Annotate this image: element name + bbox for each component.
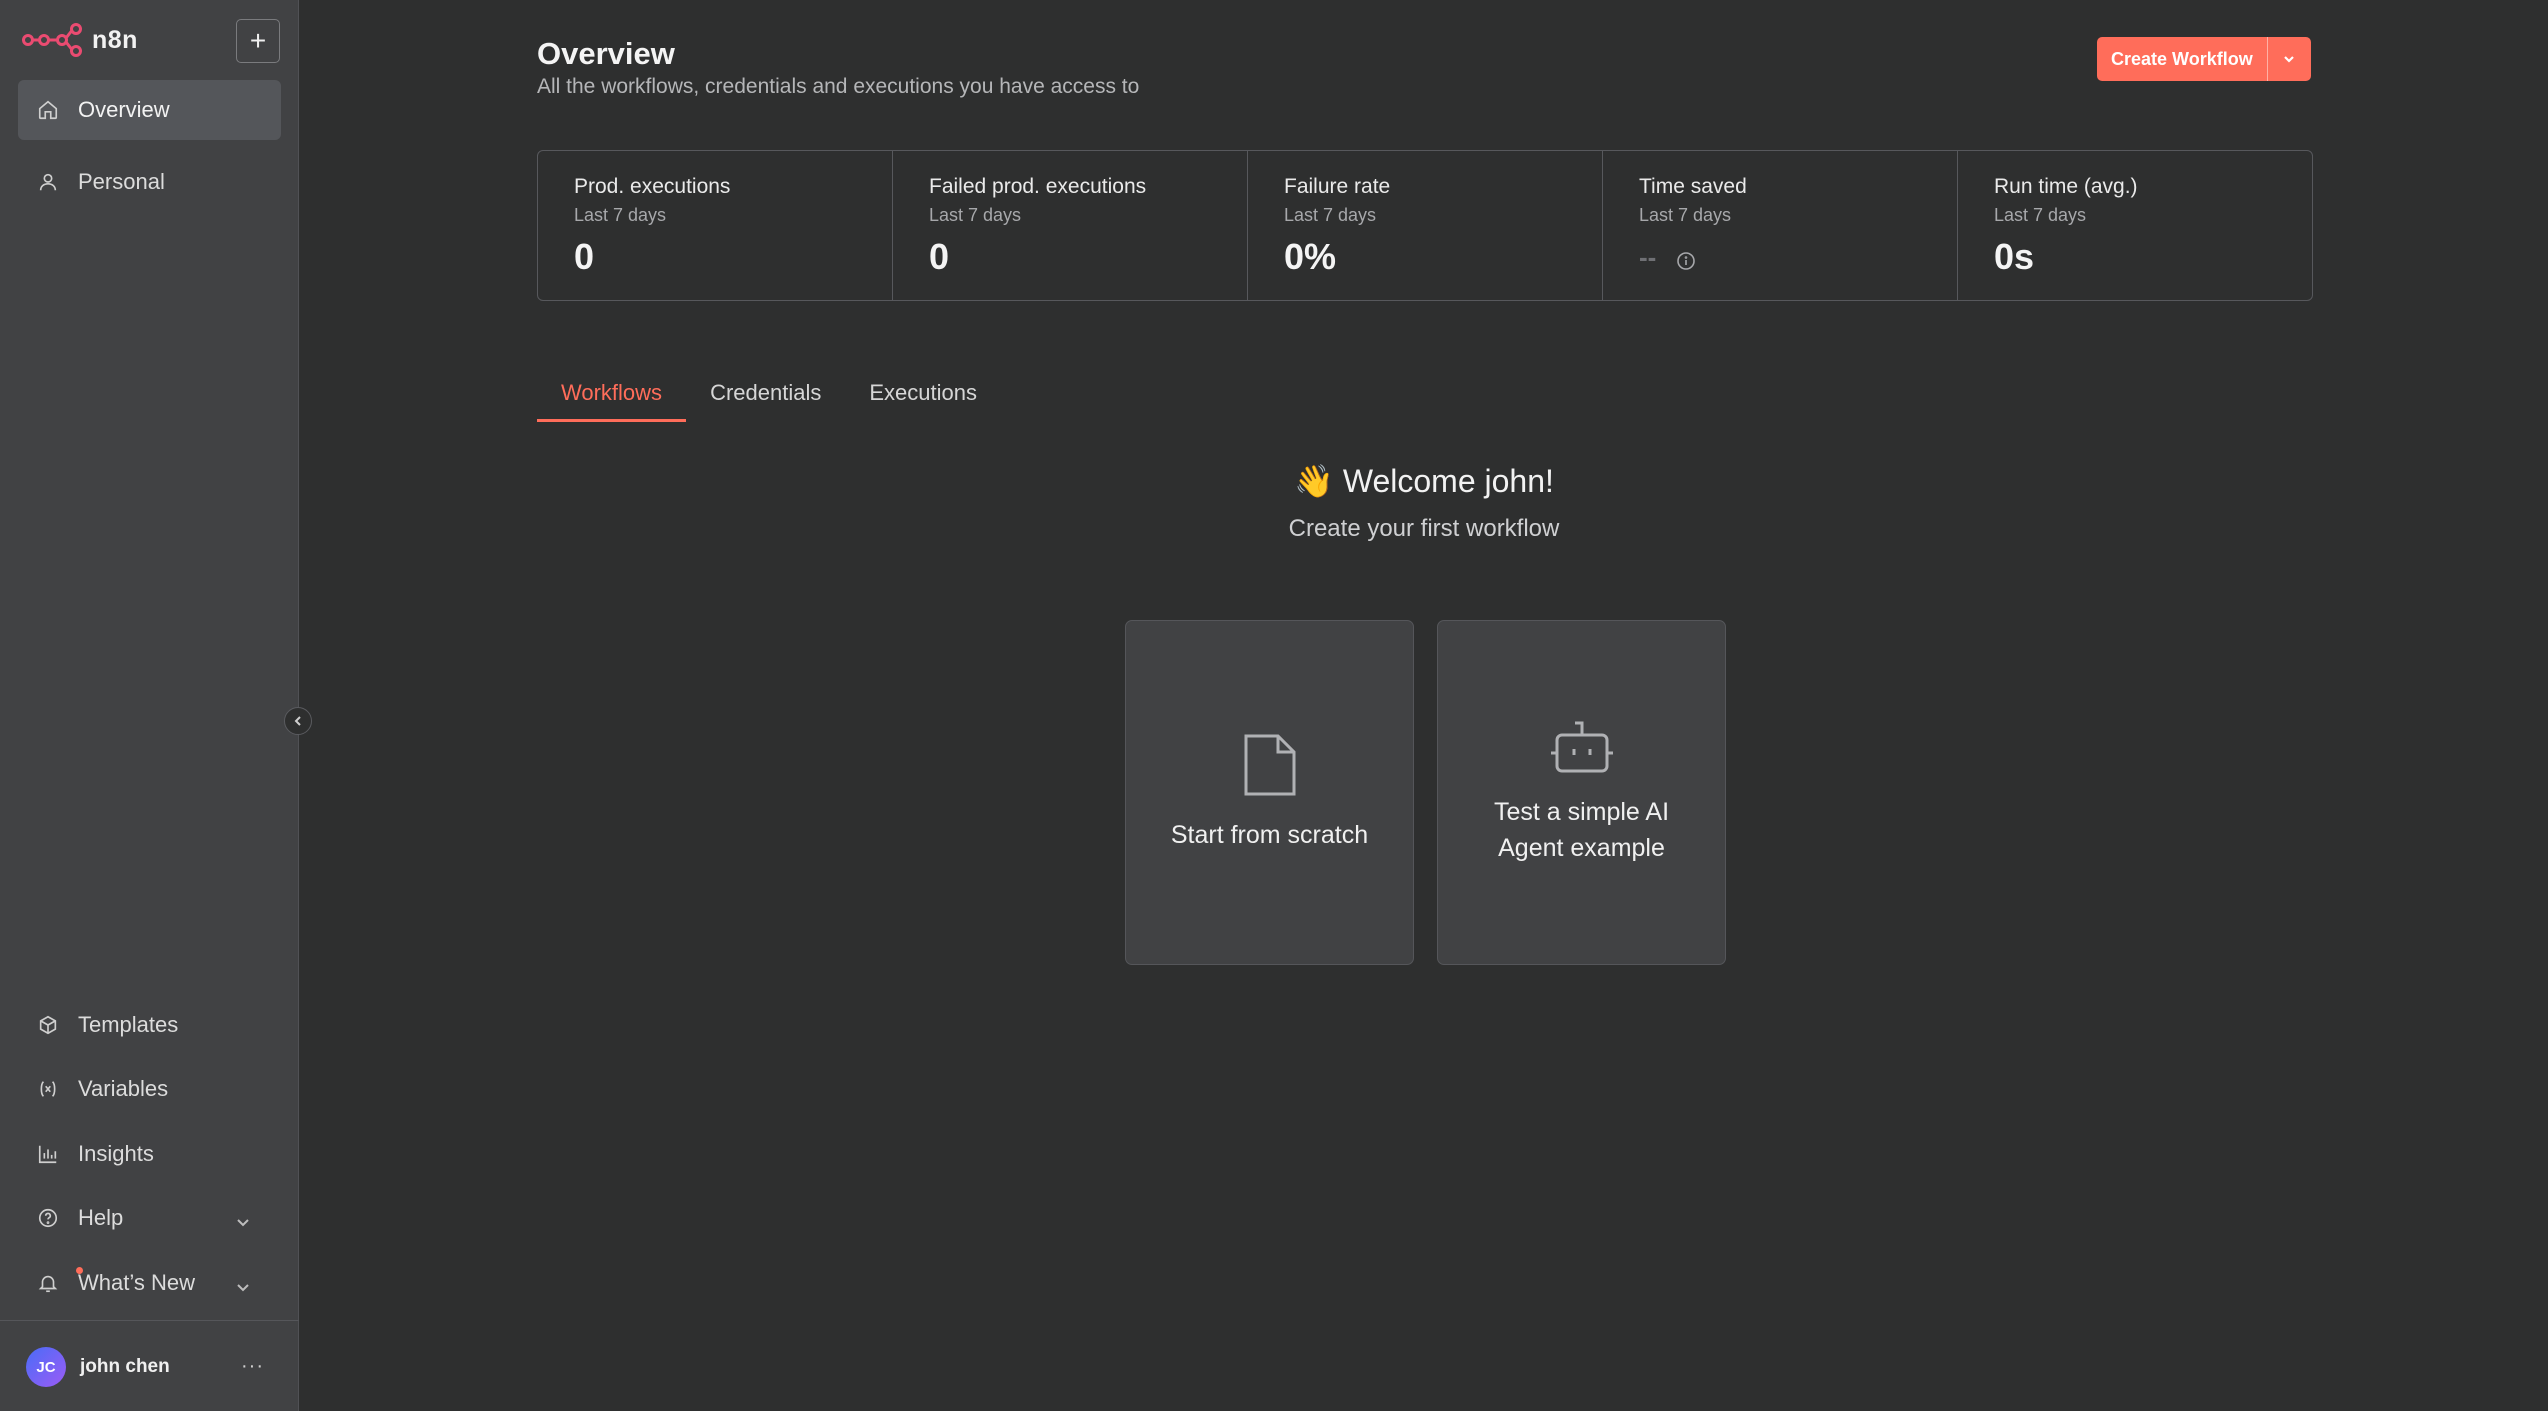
logo[interactable]: n8n	[22, 20, 138, 60]
stat-label: Run time (avg.)	[1994, 175, 2138, 198]
tab-workflows[interactable]: Workflows	[537, 380, 687, 422]
card-label: Start from scratch	[1170, 821, 1369, 849]
user-profile[interactable]: JC john chen ···	[26, 1347, 276, 1387]
file-icon	[1242, 732, 1298, 803]
stat-period: Last 7 days	[1994, 205, 2087, 225]
sidebar-item-insights[interactable]: Insights	[18, 1124, 281, 1184]
stat-period: Last 7 days	[1284, 205, 1377, 225]
n8n-logo-icon	[22, 23, 82, 57]
ai-agent-example-card[interactable]: Test a simple AI Agent example	[1437, 620, 1726, 965]
user-name: john chen	[80, 1356, 170, 1377]
create-workflow-button[interactable]: Create Workflow	[2097, 37, 2267, 81]
stat-value: 0	[929, 236, 950, 277]
info-icon[interactable]	[1676, 247, 1696, 270]
tab-bar: Workflows Credentials Executions	[537, 380, 1001, 422]
stat-failed-executions[interactable]: Failed prod. executions Last 7 days 0	[893, 151, 1248, 300]
sidebar-item-label: Insights	[78, 1141, 154, 1166]
user-icon	[36, 170, 60, 194]
stat-value: --	[1639, 241, 1657, 272]
stat-label: Failure rate	[1284, 175, 1391, 198]
sidebar-item-label: Personal	[78, 169, 165, 194]
app-name: n8n	[92, 25, 138, 54]
sidebar-item-label: Overview	[78, 97, 170, 122]
create-workflow-button-group: Create Workflow	[2097, 37, 2311, 81]
tab-credentials[interactable]: Credentials	[686, 380, 845, 422]
robot-icon	[1549, 719, 1615, 780]
help-icon	[36, 1206, 60, 1230]
chevron-down-icon	[2284, 56, 2294, 63]
stat-time-saved[interactable]: Time saved Last 7 days --	[1603, 151, 1958, 300]
stat-label: Prod. executions	[574, 175, 731, 198]
stat-run-time[interactable]: Run time (avg.) Last 7 days 0s	[1958, 151, 2312, 300]
stat-label: Time saved	[1639, 175, 1747, 198]
start-from-scratch-card[interactable]: Start from scratch	[1125, 620, 1414, 965]
sidebar-item-label: Templates	[78, 1012, 179, 1037]
create-dropdown-button[interactable]	[2266, 37, 2311, 81]
home-icon	[36, 98, 60, 122]
avatar: JC	[26, 1347, 66, 1387]
welcome-heading: 👋 Welcome john!	[1294, 463, 1554, 499]
stat-failure-rate[interactable]: Failure rate Last 7 days 0%	[1248, 151, 1603, 300]
sidebar-item-variables[interactable]: Variables	[18, 1059, 281, 1119]
tab-executions[interactable]: Executions	[845, 380, 1001, 422]
stat-period: Last 7 days	[574, 205, 667, 225]
stat-prod-executions[interactable]: Prod. executions Last 7 days 0	[538, 151, 893, 300]
stat-period: Last 7 days	[929, 205, 1022, 225]
sidebar-item-overview[interactable]: Overview	[18, 80, 281, 140]
sidebar-item-label: Help	[78, 1205, 124, 1230]
sidebar-item-templates[interactable]: Templates	[18, 995, 281, 1055]
chevron-left-icon	[294, 716, 301, 726]
insights-summary: Prod. executions Last 7 days 0 Failed pr…	[537, 150, 2313, 301]
stat-value-row: --	[1639, 236, 1957, 278]
stat-label: Failed prod. executions	[929, 175, 1147, 198]
templates-icon	[36, 1013, 60, 1037]
stat-value: 0s	[1994, 236, 2035, 277]
card-label: Test a simple AI Agent example	[1493, 798, 1670, 862]
add-button[interactable]: +	[236, 19, 280, 63]
sidebar-item-label: Variables	[78, 1076, 169, 1101]
more-icon[interactable]: ···	[241, 1355, 264, 1378]
sidebar: n8n + Overview Personal Templates Variab…	[0, 0, 299, 1411]
stat-value: 0%	[1284, 236, 1337, 277]
chevron-down-icon	[235, 1210, 251, 1236]
notification-dot	[76, 1267, 83, 1274]
sidebar-item-label: What’s New	[78, 1270, 195, 1295]
variables-icon	[36, 1077, 60, 1101]
page-subtitle: All the workflows, credentials and execu…	[537, 75, 1140, 98]
sidebar-item-personal[interactable]: Personal	[18, 152, 281, 212]
insights-icon	[36, 1142, 60, 1166]
sidebar-item-whats-new[interactable]: What’s New	[18, 1253, 281, 1313]
page-title: Overview	[537, 36, 675, 71]
collapse-sidebar-button[interactable]	[284, 707, 312, 735]
bell-icon	[36, 1271, 60, 1295]
sidebar-divider	[0, 1320, 299, 1321]
welcome-subtitle: Create your first workflow	[1288, 515, 1560, 542]
stat-period: Last 7 days	[1639, 205, 1732, 225]
stat-value: 0	[574, 236, 595, 277]
sidebar-item-help[interactable]: Help	[18, 1188, 281, 1248]
chevron-down-icon	[235, 1275, 251, 1301]
